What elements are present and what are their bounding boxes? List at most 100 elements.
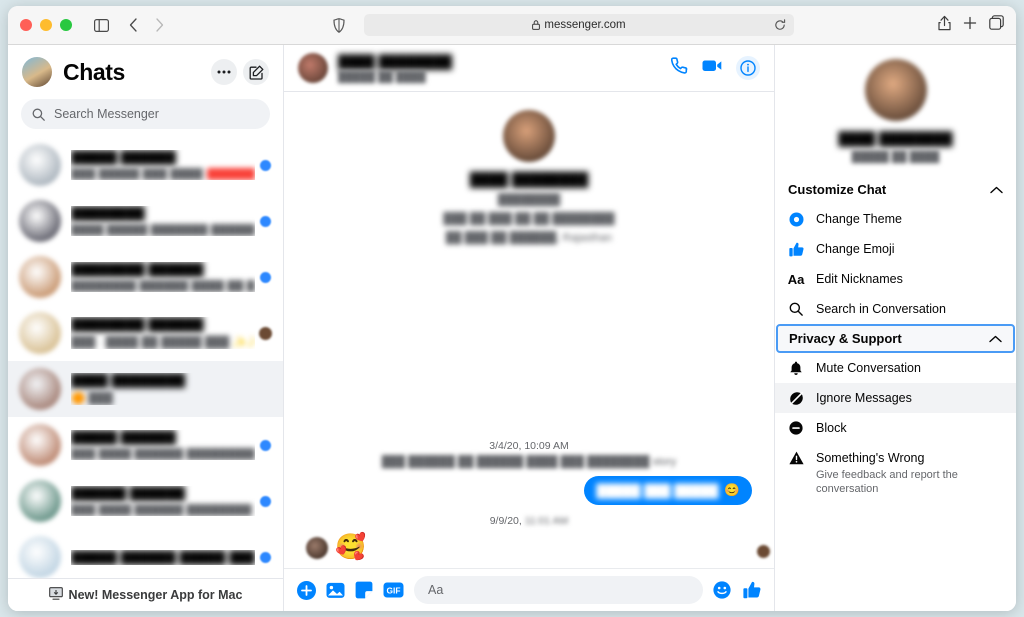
message-timestamp: 9/9/20, 11:01 AM: [489, 515, 569, 527]
chat-name: █████ ██████: [71, 430, 176, 445]
search-box[interactable]: [21, 99, 270, 129]
sent-message-bubble[interactable]: █████ ███ █████ 😊: [584, 476, 752, 505]
chevron-up-icon[interactable]: [989, 335, 1002, 343]
sidebar-more-options-button[interactable]: [211, 59, 237, 85]
message-timestamp: 3/4/20, 10:09 AM: [489, 440, 569, 452]
search-icon: [32, 108, 45, 121]
chat-list-item[interactable]: ████████ ████ █████ ███████ ███████ · ██: [8, 193, 283, 249]
intro-subtitle: ████████: [497, 194, 561, 206]
menu-item[interactable]: Change Emoji: [775, 234, 1016, 264]
sticker-icon[interactable]: [355, 581, 373, 599]
video-camera-icon[interactable]: [702, 58, 722, 78]
chat-avatar: [19, 200, 61, 242]
chat-name: ██████ ██████: [71, 486, 186, 501]
new-tab-plus-icon[interactable]: [963, 16, 977, 35]
contact-info: ████ ████████ █████ ██ ████: [338, 54, 671, 83]
contact-status: █████ ██ ████: [338, 70, 426, 83]
chat-name: ████ ████████: [71, 373, 186, 388]
received-emoji-message[interactable]: 🥰: [335, 535, 366, 560]
chat-list-item[interactable]: ████████ ██████ ████████ ██████ ████ ██ █…: [8, 249, 283, 305]
menu-item-text: Search in Conversation: [816, 301, 946, 317]
menu-item[interactable]: Search in Conversation: [775, 294, 1016, 324]
system-message: ███ ██████ ██ ██████ ████ ███ ████████ s…: [381, 456, 677, 468]
info-icon[interactable]: [736, 56, 760, 80]
chat-name: ████████ ██████: [71, 317, 204, 332]
address-bar[interactable]: messenger.com: [364, 14, 794, 36]
menu-item-text: Ignore Messages: [816, 390, 912, 406]
messages-container: 3/4/20, 10:09 AM ███ ██████ ██ ██████ ███…: [306, 430, 752, 560]
menu-item-subtitle: Give feedback and report the conversatio…: [816, 469, 958, 495]
chat-text: ████████ ██████ ████████ ██████ ████ ██ █…: [71, 262, 255, 292]
received-message-row: 🥰: [306, 535, 752, 560]
menu-item[interactable]: Something's Wrong Give feedback and repor…: [775, 443, 1016, 503]
seen-indicator-avatar: [757, 545, 770, 558]
profile-status: █████ ██ ████: [851, 151, 940, 163]
theme-circle-icon: [788, 212, 804, 227]
emoji-smiley-icon[interactable]: [713, 581, 731, 599]
menu-item-text: Change Emoji: [816, 241, 895, 257]
forward-arrow-icon[interactable]: [146, 13, 172, 37]
message-input-field[interactable]: [414, 576, 703, 604]
chat-snippet: ███ · ████ ██ █████ ███ ✨✨✨ · ███: [71, 337, 255, 349]
conversation-actions: [670, 56, 760, 80]
user-avatar[interactable]: [22, 57, 52, 87]
menu-item-label: Something's Wrong: [816, 451, 925, 465]
chat-list-item[interactable]: ████████ ██████ ███ · ████ ██ █████ ███ ✨…: [8, 305, 283, 361]
menu-item[interactable]: Ignore Messages: [775, 383, 1016, 413]
menu-item[interactable]: Mute Conversation: [775, 353, 1016, 383]
section-header[interactable]: Customize Chat: [775, 175, 1016, 204]
section-title: Privacy & Support: [789, 331, 902, 346]
profile-name: ████ ████████: [838, 131, 953, 146]
section-header[interactable]: Privacy & Support: [776, 324, 1015, 353]
details-profile: ████ ████████ █████ ██ ████: [775, 45, 1016, 175]
conversation-intro: ████ ████████ ████████ ███ ██ ███ ██ ██ …: [306, 92, 752, 244]
phone-icon[interactable]: [670, 57, 688, 79]
chevron-up-icon[interactable]: [990, 186, 1003, 194]
chat-list-item[interactable]: █████ ██████ ███ ████ ██████ █████████ ██…: [8, 417, 283, 473]
search-icon: [788, 302, 804, 316]
menu-item-label: Search in Conversation: [816, 302, 946, 316]
gif-icon[interactable]: GIF: [383, 582, 404, 598]
profile-avatar[interactable]: [864, 59, 927, 121]
chat-list-item[interactable]: ██████ ██████ ███ ████ ██████ ████████ ██…: [8, 473, 283, 529]
chat-avatar: [19, 256, 61, 298]
chat-list-item[interactable]: ████ ████████ 🟠 ███: [8, 361, 283, 417]
reload-icon[interactable]: [774, 19, 786, 31]
browser-toolbar: messenger.com: [8, 6, 1016, 45]
photo-icon[interactable]: [326, 582, 345, 599]
close-window-button[interactable]: [20, 19, 32, 31]
privacy-shield-icon[interactable]: [326, 13, 352, 37]
message-input[interactable]: [426, 582, 691, 598]
contact-avatar[interactable]: [298, 53, 328, 83]
menu-item-label: Edit Nicknames: [816, 272, 903, 286]
plus-circle-icon[interactable]: [297, 580, 316, 600]
chat-snippet: ███ ████ ██████ █████████ ███ · ███: [71, 448, 255, 460]
menu-item[interactable]: Change Theme: [775, 204, 1016, 234]
banner-label: New! Messenger App for Mac: [68, 588, 243, 602]
share-icon[interactable]: [938, 15, 951, 36]
search-input[interactable]: [52, 106, 259, 122]
chat-text: ██████ ██████ ███ ████ ██████ ████████ ██…: [71, 486, 255, 516]
chat-text: █████ ██████ █████ ██████: [71, 550, 255, 565]
intro-avatar: [503, 110, 555, 162]
chat-status-indicator: [255, 271, 275, 283]
chat-snippet: ████████ ██████ ████ ██ ███ · ██: [71, 280, 255, 292]
messenger-mac-app-banner[interactable]: New! Messenger App for Mac: [8, 578, 283, 611]
bell-icon: [788, 361, 804, 376]
compose-new-message-button[interactable]: [243, 59, 269, 85]
sidebar-toggle-icon[interactable]: [88, 13, 114, 37]
menu-item[interactable]: Block: [775, 413, 1016, 443]
chat-list-item[interactable]: █████ ██████ █████ ██████: [8, 529, 283, 585]
thumbs-up-icon[interactable]: [743, 581, 761, 599]
chat-status-indicator: [255, 159, 275, 171]
back-arrow-icon[interactable]: [120, 13, 146, 37]
message-thread[interactable]: ████ ████████ ████████ ███ ██ ███ ██ ██ …: [284, 92, 774, 568]
chat-list[interactable]: █████ ██████ ███ █████ ███ ██████████ · █…: [8, 137, 283, 611]
minimize-window-button[interactable]: [40, 19, 52, 31]
desktop-download-icon: [48, 587, 63, 603]
chat-snippet: ███ ████ ██████ ████████ ███ · ███: [71, 504, 255, 516]
tabs-overview-icon[interactable]: [989, 15, 1004, 35]
chat-list-item[interactable]: █████ ██████ ███ █████ ███ ██████████ · █…: [8, 137, 283, 193]
menu-item[interactable]: Aa Edit Nicknames: [775, 264, 1016, 294]
maximize-window-button[interactable]: [60, 19, 72, 31]
